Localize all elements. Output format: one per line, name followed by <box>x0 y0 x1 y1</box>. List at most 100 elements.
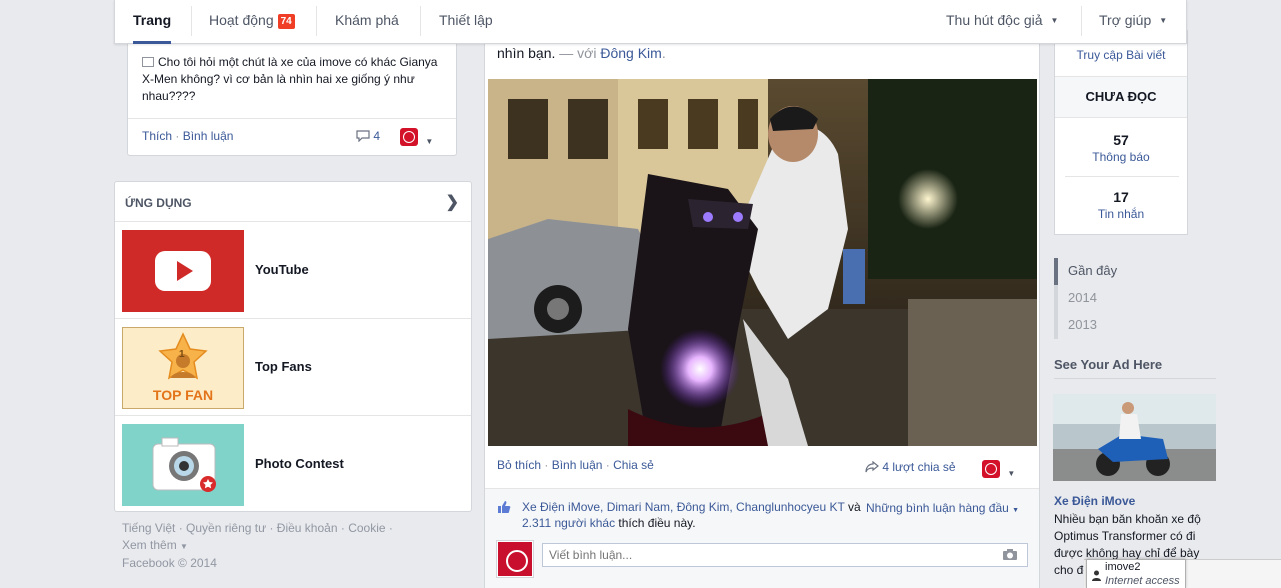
ad-heading[interactable]: See Your Ad Here <box>1054 357 1216 379</box>
chevron-down-icon: ▼ <box>425 137 434 146</box>
footer-link-cookie[interactable]: Cookie <box>348 521 385 535</box>
post-action-links: Thích · Bình luận <box>142 129 233 143</box>
app-name[interactable]: Photo Contest <box>255 456 344 471</box>
imove-logo-icon <box>400 128 418 146</box>
others-link[interactable]: 2.311 người khác <box>522 516 615 530</box>
ad-title-link[interactable]: Xe Điện iMove <box>1054 494 1135 508</box>
likes-summary: Xe Điện iMove, Dimari Nam, Đông Kim, Cha… <box>522 499 882 531</box>
post-photo[interactable] <box>488 79 1037 446</box>
messages-label[interactable]: Tin nhắn <box>1055 207 1187 221</box>
footer-link-language[interactable]: Tiếng Việt <box>122 521 175 535</box>
comment-bubble-icon <box>356 130 370 143</box>
tab-label: Hoạt động <box>209 12 274 28</box>
top-comments-selector[interactable]: Những bình luận hàng đầu ▼ <box>866 501 1019 515</box>
tab-label: Trang <box>133 12 172 28</box>
tab-activity[interactable]: Hoạt động 74 <box>209 0 295 44</box>
page-stats-card: Truy cập Bài viết CHƯA ĐỌC 57 Thông báo … <box>1054 30 1188 235</box>
tab-page[interactable]: Trang <box>133 0 172 44</box>
help-label: Trợ giúp <box>1099 12 1152 28</box>
camera-icon[interactable] <box>1002 548 1018 561</box>
divider <box>191 6 192 36</box>
footer-link-terms[interactable]: Điều khoản <box>277 521 338 535</box>
post-caption: nhìn bạn. — với Đông Kim. <box>497 45 666 61</box>
apps-title: ỨNG DỤNG <box>125 196 192 210</box>
post-question-icon <box>142 57 154 67</box>
social-context: Xe Điện iMove, Dimari Nam, Đông Kim, Cha… <box>485 488 1039 588</box>
youtube-play-icon <box>155 251 211 291</box>
app-item-youtube[interactable]: YouTube <box>115 222 471 319</box>
notifications-count: 57 <box>1113 132 1129 148</box>
like-link[interactable]: Thích <box>142 129 172 143</box>
app-name[interactable]: Top Fans <box>255 359 312 374</box>
post-as-selector[interactable]: ▼ <box>400 128 433 149</box>
photo-image <box>488 79 1037 446</box>
year-2013[interactable]: 2013 <box>1054 312 1117 339</box>
comment-link[interactable]: Bình luận <box>183 129 234 143</box>
promote-label: Thu hút độc giả <box>946 12 1043 28</box>
camera-icon <box>152 437 216 492</box>
youtube-thumbnail[interactable] <box>122 230 244 312</box>
share-count-label: 4 lượt chia sẻ <box>882 460 956 474</box>
likes-suffix: thích điều này. <box>618 516 696 530</box>
apps-header[interactable]: ỨNG DỤNG ❯ <box>115 182 471 222</box>
chat-contact-name: imove2 <box>1105 561 1141 573</box>
share-arrow-icon <box>865 460 879 473</box>
chevron-down-icon: ▼ <box>1050 16 1059 25</box>
feed-post: nhìn bạn. — với Đông Kim. Bỏ thích · Bìn… <box>484 30 1040 588</box>
share-link[interactable]: Chia sẻ <box>613 458 654 472</box>
thumbs-up-icon <box>498 501 511 513</box>
promote-button[interactable]: Thu hút độc giả ▼ <box>946 0 1058 44</box>
app-item-photo-contest[interactable]: Photo Contest <box>115 416 471 513</box>
chat-tab[interactable]: imove2 Internet access <box>1086 559 1186 588</box>
share-count[interactable]: 4 lượt chia sẻ <box>865 460 956 474</box>
likes-and: và <box>847 500 861 514</box>
chat-status: Internet access <box>1105 575 1180 587</box>
divider <box>316 6 317 36</box>
photo-contest-thumbnail[interactable] <box>122 424 244 506</box>
comment-count[interactable]: 4 <box>356 129 380 143</box>
divider <box>420 6 421 36</box>
tab-label: Thiết lập <box>439 12 493 28</box>
footer-more-label: Xem thêm <box>122 538 177 552</box>
notifications-stat[interactable]: 57 Thông báo <box>1055 132 1187 164</box>
messages-stat[interactable]: 17 Tin nhắn <box>1055 189 1187 221</box>
year-recent[interactable]: Gần đây <box>1054 258 1117 285</box>
page-footer: Tiếng Việt · Quyền riêng tư · Điều khoản… <box>122 520 472 572</box>
comment-input[interactable] <box>542 543 1028 567</box>
footer-links: Tiếng Việt · Quyền riêng tư · Điều khoản… <box>122 521 393 535</box>
post-as-selector[interactable]: ▼ <box>982 460 1015 481</box>
timeline-years: Gần đây 2014 2013 <box>1054 258 1117 339</box>
post-action-bar: Bỏ thích · Bình luận · Chia sẻ <box>497 458 654 472</box>
tab-explore[interactable]: Khám phá <box>335 0 399 44</box>
user-icon <box>1092 570 1101 581</box>
app-item-top-fans[interactable]: 1 TOP FAN Top Fans <box>115 319 471 416</box>
visit-posts-link[interactable]: Truy cập Bài viết <box>1055 48 1187 62</box>
ad-photo <box>1053 394 1216 481</box>
top-fan-label: TOP FAN <box>153 387 213 403</box>
footer-link-privacy[interactable]: Quyền riêng tư <box>186 521 266 535</box>
divider <box>1065 176 1179 177</box>
comment-link[interactable]: Bình luận <box>552 458 603 472</box>
unlike-link[interactable]: Bỏ thích <box>497 458 541 472</box>
ad-image[interactable] <box>1053 394 1216 481</box>
footer-more[interactable]: Xem thêm ▼ <box>122 537 472 555</box>
activity-badge: 74 <box>277 14 295 29</box>
likers-links[interactable]: Xe Điện iMove, Dimari Nam, Đông Kim, Cha… <box>522 500 845 514</box>
apps-card: ỨNG DỤNG ❯ YouTube 1 TOP FAN Top Fans Ph… <box>114 181 472 512</box>
copyright: Facebook © 2014 <box>122 556 217 570</box>
tab-settings[interactable]: Thiết lập <box>439 0 493 44</box>
tagged-person-link[interactable]: Đông Kim <box>600 45 661 61</box>
year-2014[interactable]: 2014 <box>1054 285 1117 312</box>
app-name[interactable]: YouTube <box>255 262 309 277</box>
top-fans-thumbnail[interactable]: 1 TOP FAN <box>122 327 244 409</box>
help-button[interactable]: Trợ giúp ▼ <box>1099 0 1167 44</box>
dot-separator: · <box>175 129 180 143</box>
recent-post-card: Cho tôi hỏi một chút là xe của imove có … <box>127 30 457 156</box>
top-fan-number: 1 <box>179 349 185 360</box>
chevron-right-icon[interactable]: ❯ <box>446 192 459 212</box>
post-body: Cho tôi hỏi một chút là xe của imove có … <box>142 55 438 103</box>
chevron-down-icon: ▼ <box>1159 16 1168 25</box>
notifications-label[interactable]: Thông báo <box>1055 150 1187 164</box>
with-prefix: — với <box>559 45 597 61</box>
caption-text: nhìn bạn. <box>497 45 556 61</box>
